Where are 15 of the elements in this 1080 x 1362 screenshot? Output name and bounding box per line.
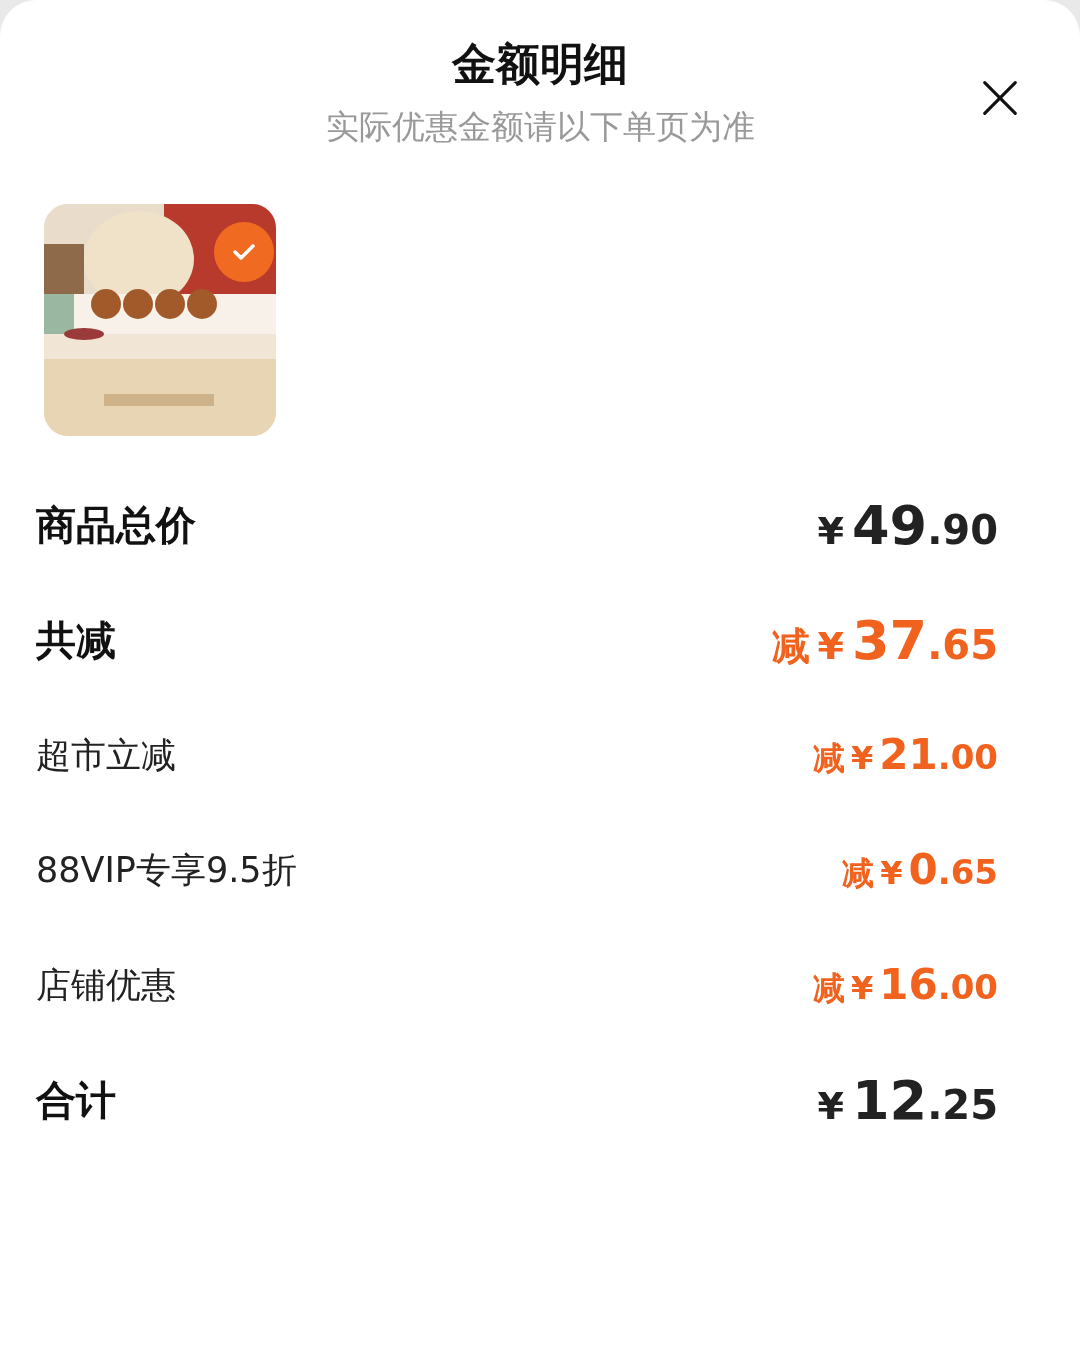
row-label: 88VIP专享9.5折 xyxy=(36,849,297,892)
amount-text: 减 ¥37.65 xyxy=(771,609,998,672)
amount-text: 减 ¥0.65 xyxy=(842,845,998,896)
row-label: 店铺优惠 xyxy=(36,964,176,1007)
row-label: 超市立减 xyxy=(36,734,176,777)
sheet-subtitle: 实际优惠金额请以下单页为准 xyxy=(325,106,755,148)
amount-text: ¥12.25 xyxy=(817,1069,998,1132)
row-label: 商品总价 xyxy=(36,501,196,550)
amount-text: 减 ¥16.00 xyxy=(813,960,998,1011)
sheet-title: 金额明细 xyxy=(452,37,628,91)
close-icon[interactable] xyxy=(982,80,1018,116)
amount-text: 减 ¥21.00 xyxy=(813,730,998,781)
row-label: 共减 xyxy=(36,616,116,665)
row-label: 合计 xyxy=(36,1076,116,1125)
amount-text: ¥49.90 xyxy=(817,494,998,557)
